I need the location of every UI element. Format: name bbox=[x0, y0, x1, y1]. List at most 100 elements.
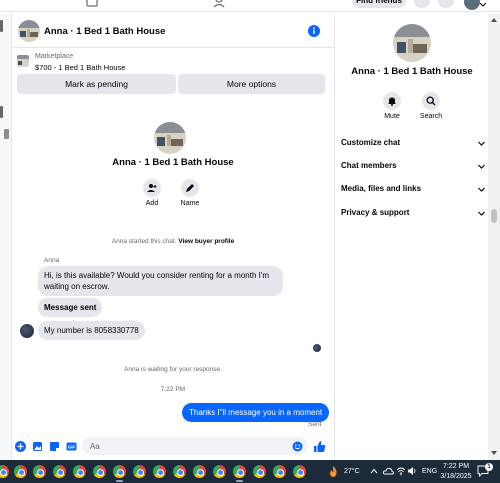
chrome-icon[interactable] bbox=[133, 465, 146, 478]
message-text: Message sent bbox=[44, 303, 97, 312]
mute-action[interactable]: Mute bbox=[374, 92, 410, 120]
mute-bell-icon[interactable] bbox=[383, 92, 401, 110]
chat-panel: Anna · 1 Bed 1 Bath House Marketplace $7… bbox=[12, 14, 334, 460]
contact-name: Anna · 1 Bed 1 Bath House bbox=[112, 157, 234, 168]
chrome-icon[interactable] bbox=[0, 465, 9, 478]
onedrive-icon[interactable] bbox=[383, 466, 394, 476]
sidebar-marker bbox=[0, 106, 3, 118]
section-label: Media, files and links bbox=[341, 184, 422, 193]
outgoing-message-bubble[interactable]: Thanks I"ll message you in a moment bbox=[182, 403, 330, 422]
people-icon[interactable] bbox=[212, 0, 226, 8]
chrome-icon[interactable] bbox=[293, 465, 306, 478]
scrollbar-thumb[interactable] bbox=[491, 209, 497, 223]
listing-thumbnail[interactable] bbox=[18, 20, 40, 42]
notification-count-badge: 1 bbox=[485, 463, 493, 471]
chevron-down-icon bbox=[478, 187, 485, 192]
chrome-icon[interactable] bbox=[113, 465, 126, 478]
read-receipt-avatar bbox=[313, 344, 321, 352]
chrome-icon[interactable] bbox=[273, 465, 286, 478]
chat-info-panel: Anna · 1 Bed 1 Bath House Mute Search Cu… bbox=[334, 14, 488, 460]
chrome-icon[interactable] bbox=[153, 465, 166, 478]
more-options-button[interactable]: More options bbox=[178, 74, 325, 94]
sender-name: Anna bbox=[44, 257, 60, 264]
delivery-status: Sent bbox=[308, 421, 322, 428]
sidebar-scroll-thumb[interactable] bbox=[4, 129, 9, 139]
temperature-text[interactable]: 27°C bbox=[344, 468, 360, 475]
customize-chat-section[interactable]: Customize chat bbox=[341, 134, 485, 152]
message-input[interactable] bbox=[82, 437, 308, 455]
chevron-down-icon bbox=[478, 211, 485, 216]
avatar[interactable] bbox=[464, 0, 480, 10]
speaker-icon[interactable] bbox=[407, 466, 417, 476]
add-person-icon[interactable] bbox=[143, 179, 161, 197]
wifi-icon[interactable] bbox=[396, 466, 406, 476]
grid-menu-icon[interactable] bbox=[414, 0, 430, 8]
media-files-links-section[interactable]: Media, files and links bbox=[341, 180, 485, 198]
page-scrollbar[interactable] bbox=[488, 14, 500, 460]
sticker-icon[interactable] bbox=[49, 441, 60, 452]
scroll-down-arrow-icon[interactable] bbox=[491, 450, 497, 456]
listing-image[interactable] bbox=[17, 55, 29, 67]
chrome-icon[interactable] bbox=[253, 465, 266, 478]
section-label: Customize chat bbox=[341, 138, 401, 147]
chrome-icon[interactable] bbox=[53, 465, 66, 478]
message-bubble[interactable]: Message sent bbox=[38, 298, 103, 317]
chrome-icon[interactable] bbox=[193, 465, 206, 478]
scroll-up-arrow-icon[interactable] bbox=[491, 17, 497, 23]
chrome-icon[interactable] bbox=[233, 465, 246, 478]
pencil-icon[interactable] bbox=[181, 179, 199, 197]
chat-members-section[interactable]: Chat members bbox=[341, 157, 485, 175]
info-icon[interactable] bbox=[308, 25, 320, 37]
mute-label: Mute bbox=[384, 113, 400, 120]
chrome-icon[interactable] bbox=[73, 465, 86, 478]
marketplace-label: Marketplace bbox=[35, 53, 74, 60]
emoji-icon[interactable] bbox=[292, 441, 303, 452]
chrome-icon[interactable] bbox=[33, 465, 46, 478]
plus-icon[interactable] bbox=[15, 441, 26, 452]
chat-started-notice: Anna started this chat. View buyer profi… bbox=[12, 238, 334, 245]
chrome-icon[interactable] bbox=[173, 465, 186, 478]
chrome-icon[interactable] bbox=[14, 465, 27, 478]
search-action[interactable]: Search bbox=[413, 92, 449, 120]
like-icon[interactable] bbox=[313, 440, 326, 453]
add-label: Add bbox=[145, 200, 159, 207]
photo-icon[interactable] bbox=[32, 441, 43, 452]
clock-date[interactable]: 3/18/2025 bbox=[440, 473, 472, 480]
view-buyer-profile-link[interactable]: View buyer profile bbox=[178, 238, 234, 245]
contact-photo[interactable] bbox=[154, 122, 186, 154]
gif-icon[interactable]: GIF bbox=[66, 441, 77, 452]
chevron-up-icon[interactable] bbox=[370, 468, 378, 474]
contact-photo-large[interactable] bbox=[393, 24, 431, 62]
sidebar-marker bbox=[0, 20, 3, 32]
listing-price-title[interactable]: $700 - 1 Bed 1 Bath House bbox=[35, 63, 125, 72]
language-indicator[interactable]: ENG bbox=[422, 468, 437, 475]
message-bubble[interactable]: My number is 8058330778 bbox=[38, 321, 145, 340]
chrome-icon[interactable] bbox=[213, 465, 226, 478]
search-icon[interactable] bbox=[422, 92, 440, 110]
active-app-indicator bbox=[116, 480, 123, 482]
mark-as-pending-button[interactable]: Mark as pending bbox=[17, 74, 176, 94]
name-label: Name bbox=[180, 200, 200, 207]
message-timestamp: 7:22 PM bbox=[160, 386, 186, 393]
bell-icon[interactable] bbox=[438, 0, 454, 8]
clock-time[interactable]: 7:22 PM bbox=[442, 463, 470, 470]
add-action[interactable]: Add bbox=[134, 179, 170, 207]
chrome-icon[interactable] bbox=[93, 465, 106, 478]
find-friends-button[interactable]: Find friends bbox=[352, 0, 406, 8]
chat-started-text: Anna started this chat. bbox=[111, 238, 177, 245]
section-label: Privacy & support bbox=[341, 208, 410, 217]
sender-avatar[interactable] bbox=[20, 324, 34, 338]
chevron-down-icon[interactable] bbox=[480, 2, 486, 8]
weather-icon[interactable] bbox=[327, 465, 340, 478]
windows-taskbar: 27°C ENG 7:22 PM 3/18/2025 1 bbox=[0, 460, 500, 483]
waiting-notice: Anna is waiting for your response. bbox=[124, 366, 222, 373]
marketplace-listing-card: Marketplace $700 - 1 Bed 1 Bath House Ma… bbox=[12, 50, 334, 100]
privacy-support-section[interactable]: Privacy & support bbox=[341, 204, 485, 222]
message-bubble[interactable]: Hi, is this available? Would you conside… bbox=[38, 266, 283, 296]
chat-header: Anna · 1 Bed 1 Bath House bbox=[12, 14, 334, 48]
panel-contact-name: Anna · 1 Bed 1 Bath House bbox=[351, 66, 473, 77]
marketplace-icon[interactable] bbox=[85, 0, 99, 8]
search-label: Search bbox=[419, 113, 443, 120]
name-action[interactable]: Name bbox=[172, 179, 208, 207]
chat-title[interactable]: Anna · 1 Bed 1 Bath House bbox=[44, 26, 165, 37]
